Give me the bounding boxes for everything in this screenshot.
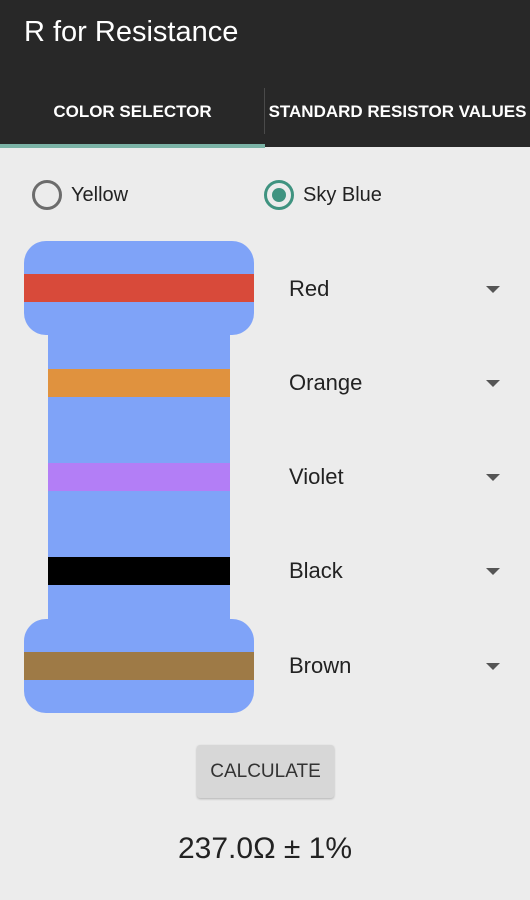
band-5-spinner[interactable]: Brown	[274, 636, 512, 696]
radio-yellow[interactable]: Yellow	[32, 178, 128, 212]
dropdown-arrow-icon	[486, 567, 500, 575]
band-4-spinner[interactable]: Black	[274, 541, 512, 601]
dropdown-arrow-icon	[486, 473, 500, 481]
tab-standard-resistor-values[interactable]: STANDARD RESISTOR VALUES	[265, 80, 530, 144]
resistor-band-3	[48, 463, 230, 491]
resistor-band-5	[24, 652, 254, 680]
band-4-value: Black	[289, 558, 343, 583]
radio-sky-blue-label: Sky Blue	[303, 183, 382, 206]
tab-color-selector[interactable]: COLOR SELECTOR	[0, 80, 265, 144]
band-2-spinner[interactable]: Orange	[274, 353, 512, 413]
calculate-button[interactable]: CALCULATE	[197, 745, 334, 798]
app-title: R for Resistance	[24, 16, 239, 48]
dropdown-arrow-icon	[486, 285, 500, 293]
radio-yellow-label: Yellow	[71, 183, 129, 206]
band-3-spinner[interactable]: Violet	[274, 447, 512, 507]
band-2-value: Orange	[289, 370, 363, 395]
app-bar: R for Resistance COLOR SELECTOR STANDARD…	[0, 0, 530, 147]
dropdown-arrow-icon	[486, 379, 500, 387]
radio-unchecked-icon[interactable]	[32, 180, 62, 210]
band-1-value: Red	[289, 276, 330, 301]
resistor-band-1	[24, 274, 254, 302]
resistor-band-2	[48, 369, 230, 397]
resistor-band-4	[48, 557, 230, 585]
band-3-value: Violet	[289, 464, 344, 489]
radio-sky-blue[interactable]: Sky Blue	[264, 178, 382, 212]
tab-indicator	[0, 144, 265, 148]
resistance-result: 237.0Ω ± 1%	[178, 832, 352, 865]
radio-checked-icon[interactable]	[264, 180, 294, 210]
band-1-spinner[interactable]: Red	[274, 259, 512, 319]
band-5-value: Brown	[289, 653, 352, 678]
dropdown-arrow-icon	[486, 662, 500, 670]
